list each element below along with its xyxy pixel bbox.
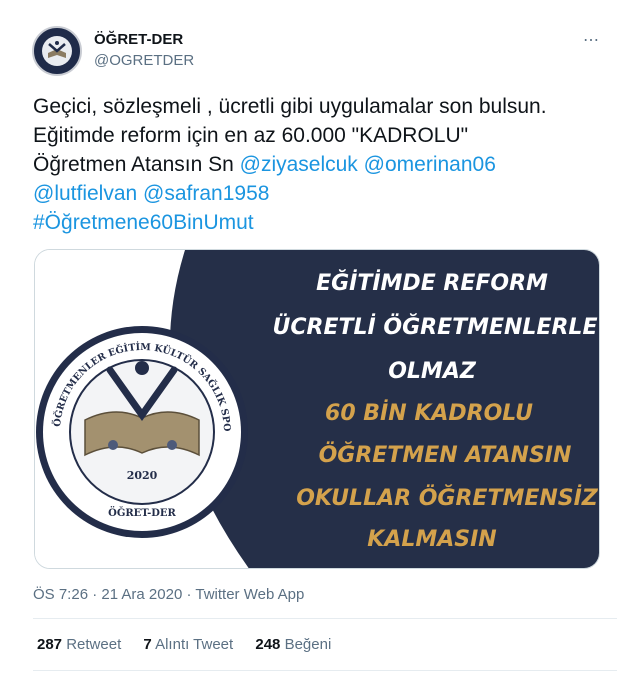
tweet-line-5: #Öğretmene60BinUmut [33, 208, 613, 237]
likes-label: Beğeni [284, 636, 332, 653]
divider [33, 670, 617, 671]
mention-ziyaselcuk[interactable]: @ziyaselcuk [240, 153, 358, 176]
divider [33, 618, 617, 619]
author-handle[interactable]: @OGRETDER [94, 52, 194, 69]
tweet-line-4: @lutfielvan @safran1958 [33, 179, 613, 208]
slogan-line-1: EĞİTİMDE REFORM [316, 270, 548, 296]
tweet-stats: 287 Retweet 7 Alıntı Tweet 248 Beğeni [37, 636, 349, 653]
ogret-der-logo-icon [36, 30, 78, 72]
mention-omerinan06[interactable]: @omerinan06 [364, 153, 496, 176]
likes-count: 248 [255, 636, 281, 653]
avatar[interactable] [32, 26, 82, 76]
tweet-image[interactable]: ÖĞRETMENLER EĞİTİM KÜLTÜR SAĞLIK SPOR YA… [34, 249, 600, 569]
slogan-line-2: ÜCRETLİ ÖĞRETMENLERLE [273, 314, 598, 340]
tweet-date[interactable]: 21 Ara 2020 [101, 586, 182, 603]
mention-lutfielvan[interactable]: @lutfielvan [33, 182, 137, 205]
tweet-text: Geçici, sözleşmeli , ücretli gibi uygula… [33, 92, 613, 237]
slogan-line-3: OLMAZ [388, 359, 477, 384]
mention-safran1958[interactable]: @safran1958 [143, 182, 269, 205]
tweet-source-app[interactable]: Twitter Web App [195, 586, 304, 603]
logo-year: 2020 [127, 469, 158, 482]
tweet-line-1: Geçici, sözleşmeli , ücretli gibi uygula… [33, 95, 547, 118]
quotes-label: Alıntı Tweet [155, 636, 234, 653]
quotes-count: 7 [143, 636, 152, 653]
slogan-line-4: 60 BİN KADROLU [325, 400, 533, 426]
tweet-card: ÖĞRET-DER @OGRETDER ⋯ Geçici, sözleşmeli… [0, 0, 619, 682]
retweets-count: 287 [37, 636, 63, 653]
meta-separator-2: · [186, 586, 192, 603]
more-options-icon[interactable]: ⋯ [583, 30, 600, 50]
author-name[interactable]: ÖĞRET-DER [94, 31, 183, 48]
quotes-stat[interactable]: 7 Alıntı Tweet [143, 636, 233, 653]
tweet-line-3: Öğretmen Atansın Sn @ziyaselcuk @omerina… [33, 150, 613, 179]
retweets-label: Retweet [66, 636, 122, 653]
meta-separator-1: · [92, 586, 98, 603]
slogan-line-5: ÖĞRETMEN ATANSIN [319, 442, 572, 468]
tweet-line-2: Eğitimde reform için en az 60.000 "KADRO… [33, 124, 469, 147]
tweet-line-3-text: Öğretmen Atansın Sn [33, 153, 240, 176]
likes-stat[interactable]: 248 Beğeni [255, 636, 331, 653]
slogan-line-7: KALMASIN [367, 527, 496, 552]
tweet-time[interactable]: ÖS 7:26 [33, 586, 88, 603]
logo-name: ÖĞRET-DER [108, 506, 176, 519]
slogan-line-6: OKULLAR ÖĞRETMENSİZ [296, 485, 599, 511]
tweet-meta: ÖS 7:26 · 21 Ara 2020 · Twitter Web App [33, 586, 304, 603]
retweets-stat[interactable]: 287 Retweet [37, 636, 121, 653]
campaign-image: ÖĞRETMENLER EĞİTİM KÜLTÜR SAĞLIK SPOR YA… [35, 250, 599, 568]
hashtag-ogretmene60binumut[interactable]: #Öğretmene60BinUmut [33, 211, 254, 234]
